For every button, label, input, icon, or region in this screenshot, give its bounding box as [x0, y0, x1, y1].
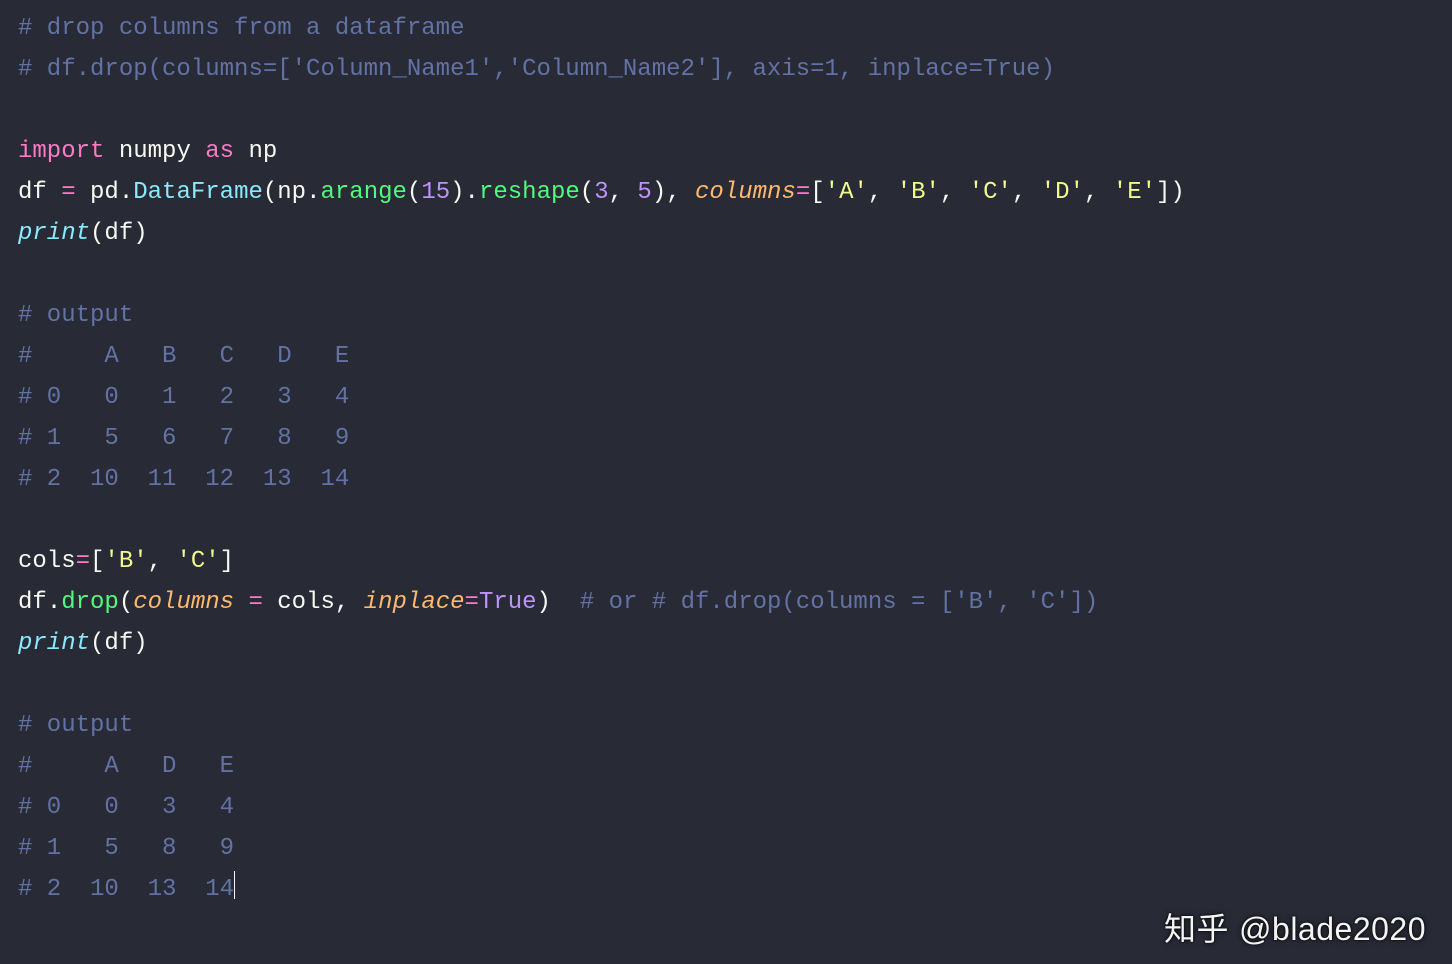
module-pd: pd: [90, 179, 119, 206]
code-block: # drop columns from a dataframe # df.dro…: [0, 0, 1452, 918]
paren-close: ): [652, 179, 666, 206]
var-cols: cols: [18, 548, 76, 575]
comma: ,: [609, 179, 638, 206]
comma: ,: [1084, 179, 1113, 206]
fn-reshape: reshape: [479, 179, 580, 206]
comma: ,: [1012, 179, 1041, 206]
paren-close: ): [450, 179, 464, 206]
num-3: 3: [594, 179, 608, 206]
str-B: 'B': [897, 179, 940, 206]
output-row: # 0 0 3 4: [18, 794, 234, 821]
output-row: # 2 10 11 12 13 14: [18, 466, 349, 493]
bracket-close: ]: [1156, 179, 1170, 206]
comment-output: # output: [18, 712, 133, 739]
str-C: 'C': [969, 179, 1012, 206]
comma: ,: [940, 179, 969, 206]
kw-import: import: [18, 138, 104, 165]
class-dataframe: DataFrame: [133, 179, 263, 206]
str-E: 'E': [1113, 179, 1156, 206]
bracket-close: ]: [220, 548, 234, 575]
param-columns: columns: [133, 589, 234, 616]
dot: .: [119, 179, 133, 206]
paren-open: (: [580, 179, 594, 206]
var-cols: cols: [277, 589, 335, 616]
bool-true: True: [479, 589, 537, 616]
alias-np: np: [277, 179, 306, 206]
num-5: 5: [637, 179, 651, 206]
dot: .: [306, 179, 320, 206]
op-eq: =: [465, 589, 479, 616]
op-eq: =: [76, 548, 90, 575]
dot: .: [465, 179, 479, 206]
fn-print: print: [18, 630, 90, 657]
alias-np: np: [248, 138, 277, 165]
paren-open: (: [119, 589, 133, 616]
comma: ,: [335, 589, 364, 616]
comment-line: # drop columns from a dataframe: [18, 15, 464, 42]
comment-output: # output: [18, 302, 133, 329]
paren-open: (: [90, 220, 104, 247]
comma: ,: [868, 179, 897, 206]
param-inplace: inplace: [364, 589, 465, 616]
str-D: 'D': [1041, 179, 1084, 206]
output-row: # 1 5 6 7 8 9: [18, 425, 349, 452]
paren-open: (: [263, 179, 277, 206]
param-columns: columns: [695, 179, 796, 206]
text-cursor: [234, 871, 235, 899]
kw-as: as: [205, 138, 234, 165]
bracket-open: [: [90, 548, 104, 575]
op-eq: =: [796, 179, 810, 206]
op-eq: =: [248, 589, 262, 616]
paren-open: (: [407, 179, 421, 206]
paren-close: ): [537, 589, 551, 616]
op-assign: =: [61, 179, 75, 206]
str-A: 'A': [825, 179, 868, 206]
module-numpy: numpy: [119, 138, 191, 165]
paren-close: ): [1170, 179, 1184, 206]
comma: ,: [148, 548, 177, 575]
comma: ,: [666, 179, 695, 206]
num-15: 15: [421, 179, 450, 206]
output-row: # 0 0 1 2 3 4: [18, 384, 349, 411]
paren-open: (: [90, 630, 104, 657]
str-C: 'C': [176, 548, 219, 575]
fn-drop: drop: [61, 589, 119, 616]
paren-close: ): [133, 220, 147, 247]
output-row: # A D E: [18, 753, 234, 780]
var-df: df: [104, 630, 133, 657]
fn-arange: arange: [321, 179, 407, 206]
paren-close: ): [133, 630, 147, 657]
dot: .: [47, 589, 61, 616]
var-df: df: [18, 179, 47, 206]
bracket-open: [: [810, 179, 824, 206]
var-df: df: [104, 220, 133, 247]
comment-trailing: # or # df.drop(columns = ['B', 'C']): [580, 589, 1098, 616]
output-row: # 2 10 13 14: [18, 876, 234, 903]
comment-line: # df.drop(columns=['Column_Name1','Colum…: [18, 56, 1055, 83]
output-row: # A B C D E: [18, 343, 349, 370]
output-row: # 1 5 8 9: [18, 835, 234, 862]
str-B: 'B': [104, 548, 147, 575]
var-df: df: [18, 589, 47, 616]
fn-print: print: [18, 220, 90, 247]
